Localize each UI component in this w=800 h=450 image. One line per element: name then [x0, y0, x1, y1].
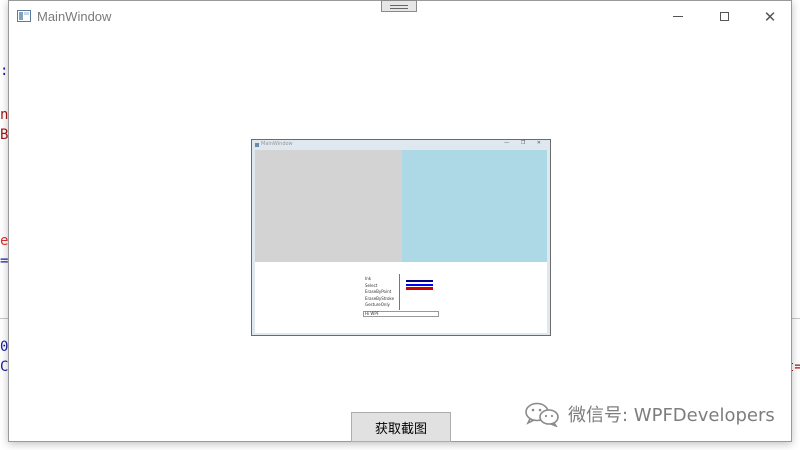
preview-stroke-swatch [406, 287, 433, 290]
preview-title: MainWindow [261, 141, 293, 147]
preview-gray-panel [255, 150, 402, 262]
close-button[interactable]: ✕ [747, 1, 793, 32]
capture-screenshot-button[interactable]: 获取截图 [351, 412, 451, 442]
preview-mode-list: Ink Select EraseByPoint EraseByStroke Ge… [365, 276, 394, 309]
preview-divider [399, 274, 400, 310]
maximize-button[interactable] [701, 1, 747, 32]
preview-stroke-swatch [406, 284, 433, 286]
preview-client-area: Ink Select EraseByPoint EraseByStroke Ge… [255, 150, 547, 333]
maximize-icon [719, 12, 729, 21]
drag-handle[interactable] [381, 0, 417, 12]
screenshot-preview: MainWindow — ❐ ✕ Ink Select EraseByPoint… [251, 139, 551, 336]
close-icon: ✕ [763, 7, 777, 26]
watermark-text: 微信号: WPFDevelopers [568, 405, 775, 426]
preview-list-item: GestureOnly [365, 302, 390, 307]
preview-stroke-swatch [406, 280, 433, 282]
preview-text-input: Hi WPF [363, 311, 439, 317]
window-title: MainWindow [37, 9, 112, 24]
preview-blue-panel [402, 150, 547, 262]
minimize-button[interactable] [655, 1, 701, 32]
main-window: MainWindow ✕ MainWindow — ❐ ✕ Ink Select… [8, 0, 792, 442]
preview-list-item: EraseByPoint [365, 289, 392, 294]
preview-app-icon [255, 143, 259, 147]
watermark: 微信号: WPFDevelopers [524, 401, 775, 427]
preview-titlebar: MainWindow — ❐ ✕ [252, 140, 550, 150]
wechat-icon [525, 402, 559, 427]
app-icon [17, 10, 31, 22]
minimize-icon [673, 16, 683, 17]
preview-window-controls: — ❐ ✕ [504, 140, 546, 146]
